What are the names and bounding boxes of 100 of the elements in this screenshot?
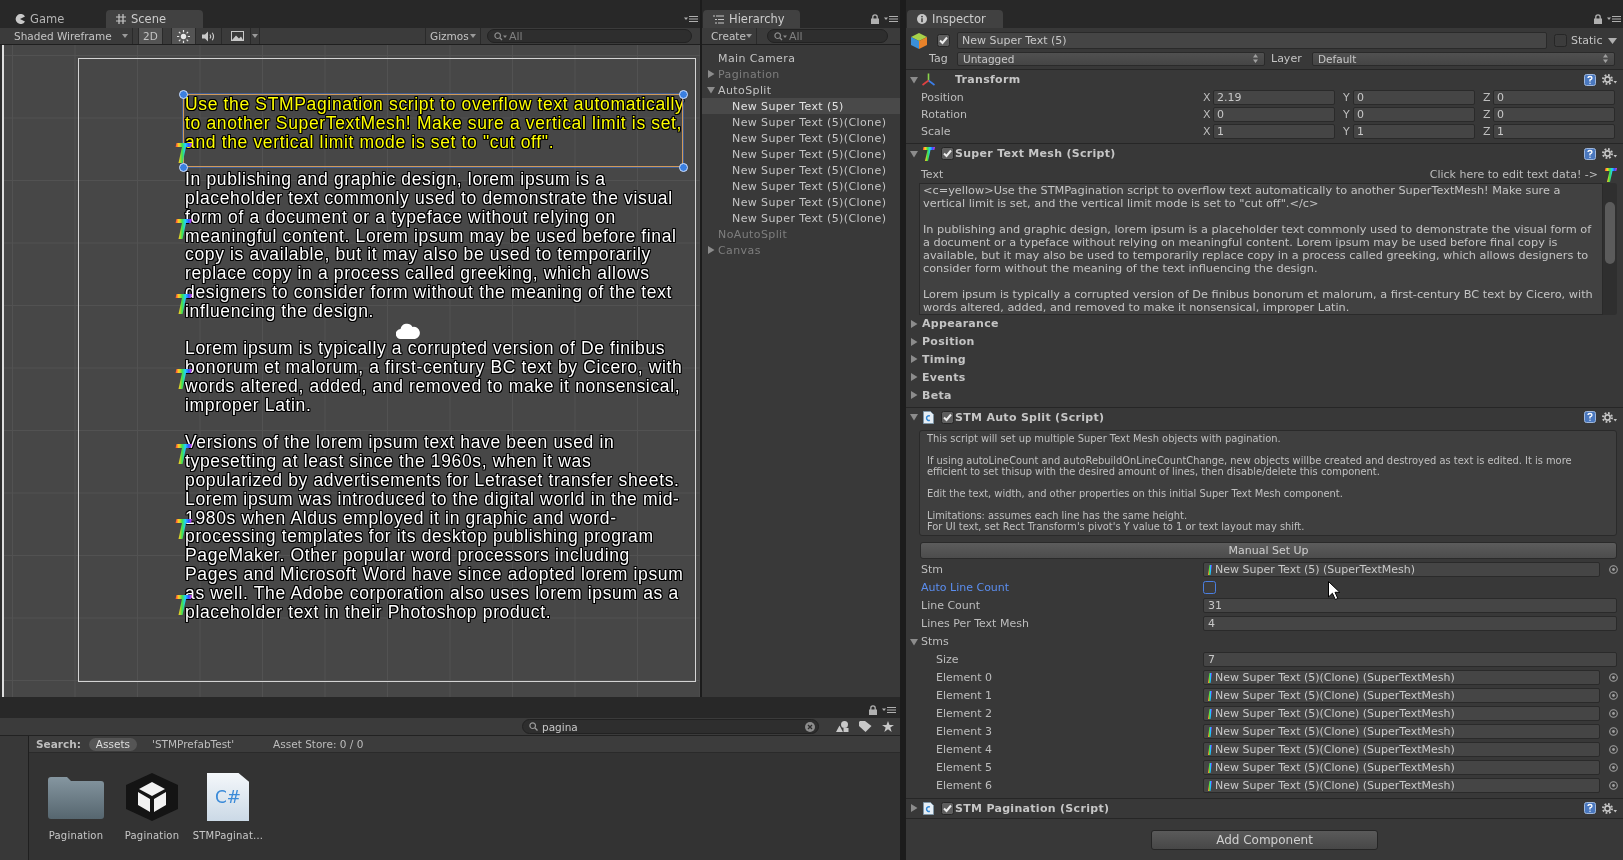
panel-menu-icon[interactable] (882, 706, 896, 714)
lock-icon[interactable] (871, 14, 879, 24)
hierarchy-item[interactable]: New Super Text (5)(Clone) (702, 178, 900, 194)
asset-name[interactable]: Pagination (48, 830, 104, 841)
expand-arrow-icon[interactable] (707, 246, 715, 254)
panel-tab[interactable]: Hierarchy (703, 10, 800, 28)
lighting-toggle[interactable] (171, 28, 196, 44)
number-field[interactable]: 4 (1203, 616, 1617, 632)
mode-2d-toggle[interactable]: 2D (138, 28, 163, 44)
resize-handle[interactable] (179, 163, 188, 172)
object-picker-icon[interactable] (1609, 565, 1618, 575)
number-field[interactable]: 0 (1353, 107, 1475, 122)
manual-set-up-button[interactable]: Manual Set Up (920, 542, 1617, 559)
object-field[interactable]: New Super Text (5)(Clone) (SuperTextMesh) (1203, 724, 1600, 740)
number-field[interactable]: 0 (1493, 90, 1615, 105)
search-field[interactable]: pagina (522, 719, 819, 734)
number-field[interactable]: 7 (1203, 652, 1617, 668)
search-field[interactable]: All (487, 29, 692, 43)
asset-name[interactable]: Pagination (124, 830, 180, 841)
add-component-button[interactable]: Add Component (1151, 830, 1378, 850)
lock-icon[interactable] (869, 705, 877, 715)
layer-dropdown[interactable]: Default (1312, 51, 1615, 66)
folder-icon[interactable] (48, 775, 104, 819)
help-icon[interactable] (1584, 147, 1596, 160)
number-field[interactable]: 0 (1213, 107, 1335, 122)
component-header[interactable]: STM Pagination (Script) (906, 798, 1623, 818)
gizmos-dropdown[interactable]: Gizmos (425, 28, 481, 44)
expand-arrow-icon[interactable] (910, 75, 918, 84)
number-field[interactable]: 1 (1353, 124, 1475, 139)
hierarchy-item[interactable]: New Super Text (5)(Clone) (702, 194, 900, 210)
expand-arrow-icon[interactable] (707, 86, 715, 94)
object-field[interactable]: New Super Text (5)(Clone) (SuperTextMesh) (1203, 742, 1600, 758)
search-scope-option[interactable]: 'STMPrefabTest' (149, 737, 238, 751)
hierarchy-item[interactable]: New Super Text (5)(Clone) (702, 114, 900, 130)
scrollbar-thumb[interactable] (1605, 202, 1615, 264)
effects-dropdown[interactable] (251, 28, 260, 44)
search-field[interactable]: All (767, 29, 888, 43)
number-field[interactable]: 0 (1493, 107, 1615, 122)
expand-arrow-icon[interactable] (910, 337, 918, 346)
gear-icon[interactable] (1602, 74, 1617, 85)
name-field[interactable]: New Super Text (5) (957, 32, 1547, 49)
section-foldout[interactable]: Position (906, 332, 1623, 351)
resize-handle[interactable] (179, 90, 188, 99)
scrollbar[interactable] (1603, 183, 1617, 315)
asset-name[interactable]: STMPaginat… (192, 830, 264, 841)
help-icon[interactable] (1584, 411, 1596, 424)
search-scope-option[interactable]: Assets (88, 737, 138, 751)
object-field[interactable]: New Super Text (5)(Clone) (SuperTextMesh) (1203, 706, 1600, 722)
expand-arrow-icon[interactable] (910, 804, 918, 813)
checkbox[interactable] (1203, 581, 1216, 595)
tag-dropdown[interactable]: Untagged (957, 51, 1265, 66)
hierarchy-item[interactable]: New Super Text (5)(Clone) (702, 130, 900, 146)
panel-menu-icon[interactable] (884, 15, 898, 23)
number-field[interactable]: 1 (1493, 124, 1615, 139)
hierarchy-item[interactable]: New Super Text (5) (702, 98, 900, 114)
section-foldout[interactable]: Beta (906, 386, 1623, 404)
gear-icon[interactable] (1602, 803, 1617, 814)
object-field[interactable]: New Super Text (5) (SuperTextMesh) (1203, 562, 1600, 578)
edit-text-link[interactable]: Click here to edit text data! -> (1429, 168, 1598, 181)
section-foldout[interactable]: Events (906, 368, 1623, 387)
expand-arrow-icon[interactable] (910, 391, 918, 400)
shapes-icon[interactable] (836, 721, 849, 732)
section-foldout[interactable]: Appearance (906, 315, 1623, 333)
panel-tab[interactable]: Game (5, 10, 102, 28)
object-field[interactable]: New Super Text (5)(Clone) (SuperTextMesh) (1203, 688, 1600, 704)
object-field[interactable]: New Super Text (5)(Clone) (SuperTextMesh) (1203, 670, 1600, 686)
panel-tab[interactable]: Inspector (907, 10, 1003, 28)
checkbox[interactable] (941, 802, 954, 815)
checkbox[interactable] (937, 34, 950, 47)
number-field[interactable]: 31 (1203, 598, 1617, 614)
component-header[interactable]: Transform (906, 69, 1623, 89)
object-field[interactable]: New Super Text (5)(Clone) (SuperTextMesh) (1203, 778, 1600, 794)
number-field[interactable]: 2.19 (1213, 90, 1335, 105)
section-foldout[interactable]: Timing (906, 350, 1623, 369)
checkbox[interactable] (941, 411, 954, 424)
selection-rectangle[interactable] (183, 94, 683, 167)
shading-mode-dropdown[interactable]: Shaded Wireframe (10, 28, 133, 44)
cube-icon[interactable] (910, 31, 928, 50)
rainbow-t-icon[interactable] (1604, 167, 1617, 182)
create-dropdown[interactable]: Create (707, 28, 757, 44)
cube-logo-icon[interactable] (126, 773, 178, 821)
expand-arrow-icon[interactable] (910, 373, 918, 382)
object-field[interactable]: New Super Text (5)(Clone) (SuperTextMesh) (1203, 760, 1600, 776)
lock-icon[interactable] (1594, 14, 1602, 24)
hierarchy-item[interactable]: New Super Text (5)(Clone) (702, 210, 900, 226)
caret-icon[interactable] (1608, 37, 1617, 44)
gear-icon[interactable] (1602, 148, 1617, 159)
expand-arrow-icon[interactable] (707, 70, 715, 78)
expand-arrow-icon[interactable] (910, 149, 918, 158)
checkbox[interactable] (941, 147, 954, 160)
gear-icon[interactable] (1602, 412, 1617, 423)
expand-arrow-icon[interactable] (910, 319, 918, 328)
component-header[interactable]: STM Auto Split (Script) (906, 407, 1623, 427)
panel-menu-icon[interactable] (684, 15, 698, 23)
resize-handle[interactable] (679, 163, 688, 172)
component-header[interactable]: Super Text Mesh (Script) (906, 143, 1623, 163)
hierarchy-item[interactable]: AutoSplit (702, 82, 900, 98)
panel-menu-icon[interactable] (1607, 15, 1621, 23)
panel-tab[interactable]: Scene (106, 10, 203, 28)
number-field[interactable]: 1 (1213, 124, 1335, 139)
